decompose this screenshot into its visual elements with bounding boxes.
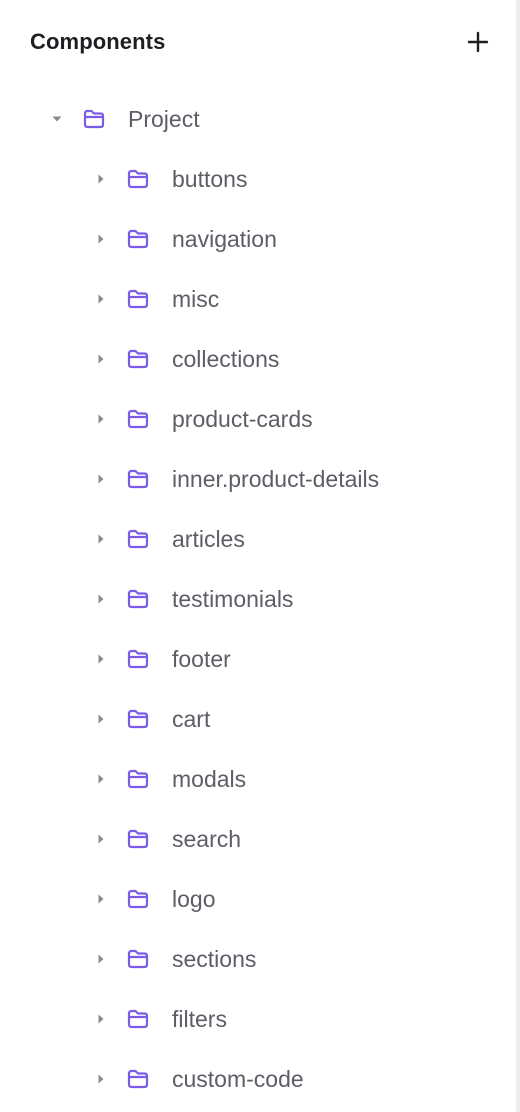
- folder-icon: [126, 768, 150, 790]
- tree-item-custom-code[interactable]: custom-code: [0, 1049, 516, 1109]
- caret-right-icon[interactable]: [95, 953, 107, 965]
- panel-title: Components: [30, 29, 166, 54]
- folder-icon: [126, 288, 150, 310]
- folder-icon: [126, 408, 150, 430]
- tree-item-navigation[interactable]: navigation: [0, 209, 516, 269]
- tree-item-label: inner.product-details: [172, 465, 380, 492]
- caret-right-icon[interactable]: [95, 893, 107, 905]
- tree-item-label: logo: [172, 885, 216, 912]
- tree-item-label: filters: [172, 1005, 227, 1032]
- tree-item-label: footer: [172, 645, 231, 672]
- plus-icon: [467, 31, 489, 53]
- tree-item-label: product-cards: [172, 405, 313, 432]
- caret-right-icon[interactable]: [95, 293, 107, 305]
- tree-item-misc[interactable]: misc: [0, 269, 516, 329]
- caret-right-icon[interactable]: [95, 593, 107, 605]
- caret-right-icon[interactable]: [95, 1013, 107, 1025]
- tree-item-label: Project: [128, 105, 200, 132]
- tree-item-label: custom-code: [172, 1065, 304, 1092]
- caret-right-icon[interactable]: [95, 833, 107, 845]
- folder-icon: [126, 648, 150, 670]
- tree-item-label: testimonials: [172, 585, 294, 612]
- component-tree: Project buttons navigation misc collections…: [0, 89, 516, 1109]
- folder-icon: [126, 888, 150, 910]
- caret-right-icon[interactable]: [95, 473, 107, 485]
- add-component-button[interactable]: [460, 24, 496, 60]
- folder-icon: [126, 468, 150, 490]
- tree-item-label: sections: [172, 945, 257, 972]
- folder-icon: [82, 108, 106, 130]
- caret-right-icon[interactable]: [95, 713, 107, 725]
- folder-icon: [126, 168, 150, 190]
- folder-icon: [126, 588, 150, 610]
- caret-right-icon[interactable]: [95, 533, 107, 545]
- folder-icon: [126, 708, 150, 730]
- caret-right-icon[interactable]: [95, 773, 107, 785]
- tree-item-label: buttons: [172, 165, 248, 192]
- tree-item-filters[interactable]: filters: [0, 989, 516, 1049]
- tree-item-label: articles: [172, 525, 245, 552]
- folder-icon: [126, 228, 150, 250]
- tree-item-label: modals: [172, 765, 247, 792]
- caret-right-icon[interactable]: [95, 173, 107, 185]
- tree-item-logo[interactable]: logo: [0, 869, 516, 929]
- caret-right-icon[interactable]: [95, 653, 107, 665]
- tree-item-label: collections: [172, 345, 280, 372]
- caret-right-icon[interactable]: [95, 353, 107, 365]
- caret-right-icon[interactable]: [95, 233, 107, 245]
- tree-item-label: cart: [172, 705, 211, 732]
- tree-item-articles[interactable]: articles: [0, 509, 516, 569]
- tree-item-testimonials[interactable]: testimonials: [0, 569, 516, 629]
- caret-right-icon[interactable]: [95, 1073, 107, 1085]
- folder-icon: [126, 1008, 150, 1030]
- tree-item-label: misc: [172, 285, 220, 312]
- tree-item-product-cards[interactable]: product-cards: [0, 389, 516, 449]
- caret-down-icon[interactable]: [51, 113, 63, 125]
- tree-item-cart[interactable]: cart: [0, 689, 516, 749]
- tree-item-footer[interactable]: footer: [0, 629, 516, 689]
- folder-icon: [126, 528, 150, 550]
- folder-icon: [126, 828, 150, 850]
- folder-icon: [126, 348, 150, 370]
- folder-icon: [126, 1068, 150, 1090]
- tree-item-inner-product-details[interactable]: inner.product-details: [0, 449, 516, 509]
- tree-item-label: search: [172, 825, 242, 852]
- tree-item-search[interactable]: search: [0, 809, 516, 869]
- panel-header: Components: [30, 24, 490, 60]
- tree-item-project[interactable]: Project: [0, 89, 516, 149]
- tree-item-label: navigation: [172, 225, 277, 252]
- tree-item-buttons[interactable]: buttons: [0, 149, 516, 209]
- caret-right-icon[interactable]: [95, 413, 107, 425]
- tree-item-modals[interactable]: modals: [0, 749, 516, 809]
- components-panel: Components Project buttons navigation misc…: [0, 0, 520, 1112]
- tree-item-sections[interactable]: sections: [0, 929, 516, 989]
- folder-icon: [126, 948, 150, 970]
- tree-item-collections[interactable]: collections: [0, 329, 516, 389]
